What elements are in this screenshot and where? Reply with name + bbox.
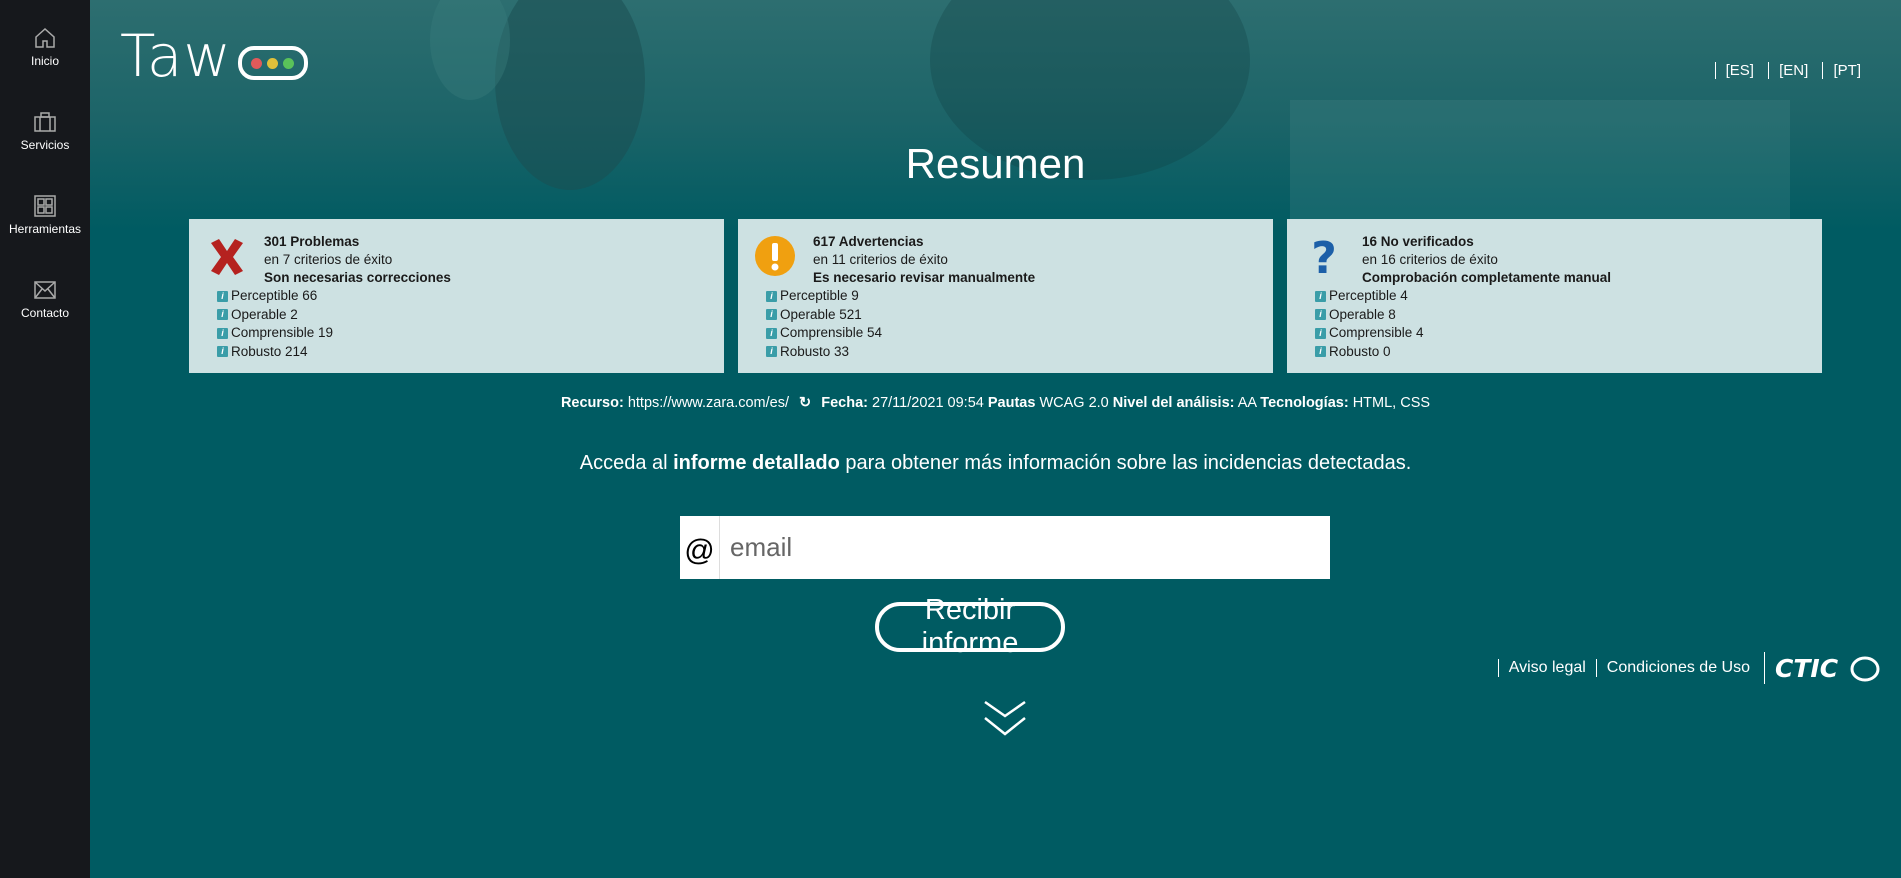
info-icon: i	[217, 327, 228, 339]
lang-pt-link[interactable]: [PT]	[1822, 62, 1861, 79]
sidebar-item-inicio[interactable]: Inicio	[0, 0, 90, 84]
date-label: Fecha:	[821, 395, 868, 411]
grid-icon	[34, 195, 56, 217]
info-icon: i	[766, 290, 777, 302]
tech-value: HTML, CSS	[1352, 395, 1431, 411]
card-list: i Perceptible 4 i Operable 8 i Comprensible…	[1315, 287, 1424, 361]
sidebar: Inicio Servicios Herramientas Contacto	[0, 0, 90, 878]
sidebar-item-label: Contacto	[20, 306, 70, 320]
at-icon: @	[680, 516, 720, 579]
logo-text: Taw	[120, 22, 232, 90]
footer-links: Aviso legal Condiciones de Uso CTIC	[1497, 652, 1881, 684]
legal-notice-link[interactable]: Aviso legal	[1497, 659, 1596, 677]
list-item[interactable]: i Comprensible 19	[217, 324, 333, 343]
sidebar-item-contacto[interactable]: Contacto	[0, 252, 90, 336]
ctic-logo[interactable]: CTIC	[1764, 652, 1881, 684]
svg-text:?: ?	[1311, 235, 1337, 279]
list-item[interactable]: i Robusto 33	[766, 343, 882, 362]
sidebar-item-herramientas[interactable]: Herramientas	[0, 168, 90, 252]
sidebar-item-label: Inicio	[30, 54, 59, 68]
email-field-group: @	[680, 516, 1330, 579]
card-header: 617 Advertencias en 11 criterios de éxit…	[813, 233, 1035, 287]
sidebar-item-label: Herramientas	[8, 222, 82, 236]
access-suffix: para obtener más información sobre las i…	[839, 452, 1412, 474]
guidelines-value: WCAG 2.0	[1039, 395, 1109, 411]
info-icon: i	[766, 309, 777, 321]
terms-link[interactable]: Condiciones de Uso	[1595, 659, 1760, 677]
header-background-photo	[430, 0, 1790, 230]
sidebar-item-label: Servicios	[20, 138, 70, 152]
receive-report-button[interactable]: Recibir informe	[875, 594, 1065, 659]
card-list: i Perceptible 66 i Operable 2 i Comprensibl…	[217, 287, 333, 361]
question-icon: ?	[1311, 235, 1337, 279]
info-icon: i	[217, 309, 228, 321]
date-value: 27/11/2021 09:54	[872, 395, 984, 411]
info-icon: i	[1315, 327, 1326, 339]
card-count: 301 Problemas	[264, 234, 360, 249]
access-report-text: Acceda al informe detallado para obtener…	[90, 452, 1901, 475]
card-list: i Perceptible 9 i Operable 521 i Comprensib…	[766, 287, 882, 361]
list-item[interactable]: i Operable 8	[1315, 306, 1424, 325]
info-icon: i	[217, 346, 228, 358]
info-icon: i	[1315, 290, 1326, 302]
card-criteria: en 16 criterios de éxito	[1362, 252, 1498, 267]
card-criteria: en 11 criterios de éxito	[813, 252, 948, 267]
list-item[interactable]: i Operable 2	[217, 306, 333, 325]
home-icon	[35, 27, 55, 48]
level-label: Nivel del análisis:	[1112, 395, 1235, 411]
warning-icon	[755, 236, 795, 276]
level-value: AA	[1237, 395, 1257, 411]
info-icon: i	[766, 327, 777, 339]
page-title: Resumen	[905, 140, 1086, 187]
list-item[interactable]: i Robusto 0	[1315, 343, 1424, 362]
lang-en-link[interactable]: [EN]	[1768, 62, 1809, 79]
summary-cards: 301 Problemas en 7 criterios de éxito So…	[189, 219, 1822, 373]
mail-icon	[34, 281, 56, 299]
access-bold: informe detallado	[673, 452, 840, 474]
card-count: 617 Advertencias	[813, 234, 924, 249]
list-item[interactable]: i Comprensible 4	[1315, 324, 1424, 343]
scroll-down-icon[interactable]	[983, 700, 1027, 738]
card-note: Son necesarias correcciones	[264, 270, 451, 285]
list-item[interactable]: i Operable 521	[766, 306, 882, 325]
not-verified-card: ? 16 No verificados en 16 criterios de é…	[1287, 219, 1822, 373]
main-content: Taw [ES] [EN] [PT] Resumen 301 Problemas…	[90, 0, 1901, 878]
card-note: Es necesario revisar manualmente	[813, 270, 1036, 285]
list-item[interactable]: i Perceptible 66	[217, 287, 333, 306]
email-field[interactable]	[720, 516, 1330, 579]
card-count: 16 No verificados	[1362, 234, 1474, 249]
list-item[interactable]: i Perceptible 9	[766, 287, 882, 306]
language-selector: [ES] [EN] [PT]	[1705, 62, 1861, 79]
traffic-light-icon	[237, 46, 308, 80]
resource-label: Recurso:	[560, 395, 624, 411]
info-icon: i	[1315, 346, 1326, 358]
problems-card: 301 Problemas en 7 criterios de éxito So…	[189, 219, 724, 373]
card-note: Comprobación completamente manual	[1362, 270, 1612, 285]
error-x-icon	[211, 239, 243, 275]
ctic-logo-icon: CTIC	[1775, 654, 1880, 683]
info-icon: i	[766, 346, 777, 358]
lang-es-link[interactable]: [ES]	[1714, 62, 1754, 79]
refresh-icon[interactable]: ↻	[799, 395, 811, 411]
tech-label: Tecnologías:	[1260, 395, 1349, 411]
info-icon: i	[217, 290, 228, 302]
warnings-card: 617 Advertencias en 11 criterios de éxit…	[738, 219, 1273, 373]
info-icon: i	[1315, 309, 1326, 321]
sidebar-item-servicios[interactable]: Servicios	[0, 84, 90, 168]
resource-value: https://www.zara.com/es/	[627, 395, 790, 411]
card-header: 16 No verificados en 16 criterios de éxi…	[1362, 233, 1611, 287]
list-item[interactable]: i Robusto 214	[217, 343, 333, 362]
card-header: 301 Problemas en 7 criterios de éxito So…	[264, 233, 451, 287]
list-item[interactable]: i Perceptible 4	[1315, 287, 1424, 306]
svg-text:CTIC: CTIC	[1775, 654, 1839, 683]
list-item[interactable]: i Comprensible 54	[766, 324, 882, 343]
card-criteria: en 7 criterios de éxito	[264, 252, 393, 267]
briefcase-icon	[34, 112, 56, 132]
analysis-meta: Recurso: https://www.zara.com/es/ ↻ Fech…	[90, 395, 1901, 411]
guidelines-label: Pautas	[987, 395, 1036, 411]
taw-logo[interactable]: Taw	[120, 22, 308, 90]
access-prefix: Acceda al	[579, 452, 674, 474]
